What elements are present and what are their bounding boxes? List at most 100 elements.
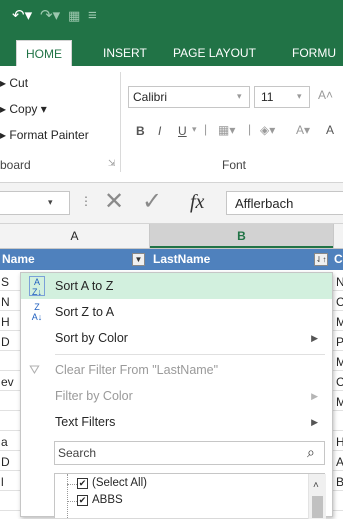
sort-az-icon: A Z↓ (29, 276, 45, 297)
chevron-down-icon: ▾ (237, 91, 242, 101)
ribbon-tabs: HOME INSERT PAGE LAYOUT FORMU (0, 36, 343, 66)
cut-label: Cut (9, 76, 29, 90)
cell-partial: N (336, 275, 343, 289)
cell-partial: l (1, 475, 4, 489)
borders-icon[interactable]: ▦▾ (218, 123, 235, 137)
header-lastname: LastName (153, 252, 211, 266)
abbs-label: ABBS (92, 494, 123, 506)
group-divider (120, 72, 121, 172)
tab-home[interactable]: HOME (16, 40, 72, 66)
filter-active-button[interactable]: ⇃↑ (314, 253, 328, 266)
list-scrollbar[interactable]: ˄ (308, 474, 326, 519)
header-name: Name (2, 252, 35, 266)
formula-options-icon[interactable]: ⋮ (80, 194, 92, 208)
font-size-value: 11 (261, 90, 274, 104)
autofilter-menu: A Z↓ Sort A to Z Z A↓ Sort Z to A Sort by … (20, 272, 333, 519)
font-name-value: Calibri (133, 90, 168, 104)
insert-function-button[interactable]: fx (190, 189, 204, 215)
clear-filter-label: Clear Filter From "LastName" (55, 363, 219, 377)
formula-input[interactable]: Afflerbach (226, 191, 343, 215)
format-painter-label: Format Painter (9, 128, 89, 142)
filter-value-list: ✔ (Select All) ✔ ABBS ˄ (54, 473, 326, 519)
font-size-select[interactable]: 11 ▾ (254, 86, 310, 108)
menu-item-clear-filter[interactable]: ⛛ Clear Filter From "LastName" (21, 357, 332, 383)
divider: | (204, 122, 208, 136)
font-color-letter-icon: A (326, 123, 335, 137)
menu-divider (55, 354, 325, 355)
format-painter-button[interactable]: ▸ Format Painter (0, 128, 89, 142)
cell-partial: B (336, 475, 343, 489)
tab-page-layout[interactable]: PAGE LAYOUT (164, 40, 265, 66)
formula-value: Afflerbach (235, 196, 294, 211)
cell-partial: M (336, 355, 343, 369)
menu-item-sort-az[interactable]: A Z↓ Sort A to Z (21, 273, 332, 299)
abbs-checkbox[interactable]: ✔ (77, 495, 88, 506)
undo-icon[interactable]: ↶▾ (12, 6, 32, 26)
menu-item-sort-za[interactable]: Z A↓ Sort Z to A (21, 299, 332, 325)
font-name-select[interactable]: Calibri ▾ (128, 86, 250, 108)
quick-access-toolbar: ↶▾ ↷▾ ▦ ≡ (0, 0, 343, 36)
copy-button[interactable]: ▸ Copy ▾ (0, 102, 47, 116)
search-input[interactable]: Search ⌕ (54, 441, 325, 465)
sort-za-icon: Z A↓ (31, 302, 43, 322)
redo-icon[interactable]: ↷▾ (40, 6, 60, 26)
menu-item-sort-by-color[interactable]: Sort by Color ▶ (21, 325, 332, 351)
cell-partial: A (336, 455, 343, 469)
column-header-a[interactable]: A (0, 224, 150, 248)
font-color-icon[interactable]: A▾ (296, 123, 310, 137)
save-icon[interactable]: ▦ (68, 6, 80, 26)
enter-icon[interactable]: ✓ (142, 188, 162, 216)
sort-za-label: Sort Z to A (55, 305, 115, 319)
sort-color-label: Sort by Color (55, 331, 128, 345)
cell-partial: ev (1, 375, 14, 389)
tree-line (67, 484, 77, 486)
cell-partial: C (336, 375, 343, 389)
tree-line (67, 474, 69, 518)
column-header-c[interactable] (333, 224, 343, 248)
filter-color-label: Filter by Color (55, 389, 133, 403)
tab-formulas[interactable]: FORMU (283, 40, 343, 66)
clipboard-group-label: board (0, 158, 31, 172)
scroll-up-icon[interactable]: ˄ (313, 480, 319, 491)
search-placeholder: Search (58, 446, 97, 460)
select-all-label: (Select All) (92, 477, 147, 489)
menu-item-text-filters[interactable]: Text Filters ▶ (21, 409, 332, 435)
cell-partial: D (1, 455, 10, 469)
cell-partial: P (336, 335, 343, 349)
customize-icon[interactable]: ≡ (88, 6, 97, 26)
text-filters-label: Text Filters (55, 415, 116, 429)
copy-label: Copy (9, 102, 38, 116)
italic-button[interactable]: I (158, 124, 161, 138)
chevron-down-icon: ▾ (48, 197, 53, 207)
grow-font-icon[interactable]: A˄ (318, 88, 333, 102)
font-group-label: Font (222, 158, 247, 172)
column-header-b[interactable]: B (150, 224, 333, 248)
cancel-icon[interactable]: ✕ (104, 188, 124, 216)
chevron-down-icon: ▾ (192, 124, 197, 134)
ribbon-home: ▸ Cut ▸ Copy ▾ ▸ Format Painter board ⇲ … (0, 66, 343, 183)
select-all-checkbox[interactable]: ✔ (77, 478, 88, 489)
cell-partial: D (1, 335, 10, 349)
underline-button[interactable]: U (178, 124, 187, 138)
fill-color-icon[interactable]: ◈▾ (260, 123, 275, 137)
clear-filter-icon: ⛛ (29, 362, 40, 377)
column-headers: A B (0, 224, 343, 249)
cell-partial: M (336, 315, 343, 329)
sort-az-label: Sort A to Z (55, 279, 114, 293)
bold-button[interactable]: B (136, 124, 145, 138)
clipboard-launcher-icon[interactable]: ⇲ (108, 158, 116, 169)
cell-partial: C (336, 295, 343, 309)
scroll-thumb[interactable] (312, 496, 323, 518)
formula-bar: ▾ ⋮ ✕ ✓ fx Afflerbach (0, 183, 343, 224)
table-header-row: Name ▼ LastName ⇃↑ C (0, 249, 343, 270)
cut-button[interactable]: ▸ Cut (0, 76, 28, 90)
name-box[interactable]: ▾ (0, 191, 70, 215)
cell-partial: S (1, 275, 10, 289)
tab-insert[interactable]: INSERT (94, 40, 156, 66)
submenu-arrow-icon: ▶ (311, 333, 318, 343)
submenu-arrow-icon: ▶ (311, 417, 318, 427)
menu-item-filter-by-color[interactable]: Filter by Color ▶ (21, 383, 332, 409)
filter-dropdown-button[interactable]: ▼ (132, 253, 145, 266)
divider: | (248, 122, 252, 136)
cell-partial: H (336, 435, 343, 449)
